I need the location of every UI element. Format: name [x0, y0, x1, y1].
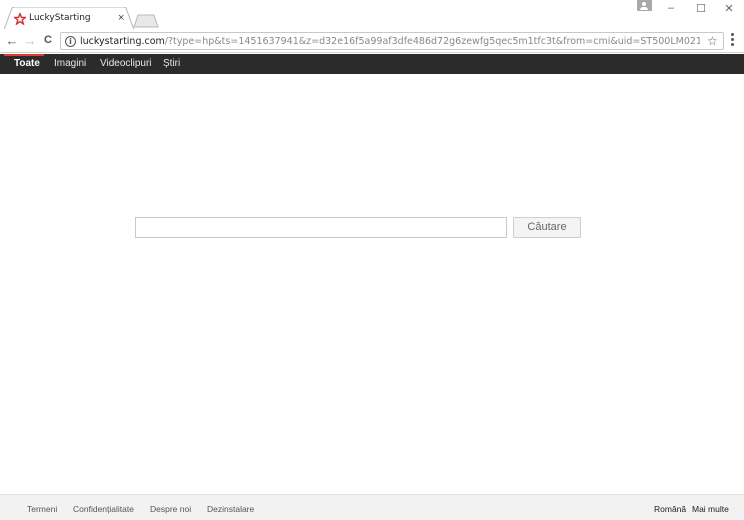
nav-item-videoclipuri[interactable]: Videoclipuri	[100, 58, 152, 70]
nav-item-imagini[interactable]: Imagini	[54, 58, 86, 70]
window-close-icon[interactable]: ✕	[714, 0, 744, 16]
tab-close-icon[interactable]: ×	[118, 11, 124, 25]
nav-item-stiri[interactable]: Știri	[163, 58, 180, 70]
url-path: /?type=hp&ts=1451637941&z=d32e16f5a99af3…	[164, 36, 700, 47]
browser-tab[interactable]: LuckyStarting ×	[4, 7, 135, 30]
lucky-star-favicon-icon	[14, 13, 26, 25]
site-nav-bar: Toate Imagini Videoclipuri Știri	[0, 54, 744, 74]
browser-menu-icon[interactable]	[731, 33, 735, 49]
active-tab-indicator	[4, 54, 44, 56]
footer-link-about[interactable]: Despre noi	[150, 504, 191, 514]
new-tab-button[interactable]	[133, 14, 159, 28]
footer-link-uninstall[interactable]: Dezinstalare	[207, 504, 254, 514]
footer-more-link[interactable]: Mai multe	[692, 504, 729, 514]
browser-toolbar: ← → C i luckystarting.com/?type=hp&ts=14…	[0, 29, 744, 53]
back-arrow-icon[interactable]: ←	[4, 32, 20, 48]
minimize-icon[interactable]: –	[656, 0, 686, 16]
page-footer: Termeni Confidențialitate Despre noi Dez…	[0, 494, 744, 520]
reload-icon[interactable]: C	[40, 32, 56, 48]
maximize-icon[interactable]: ☐	[686, 0, 716, 16]
profile-icon[interactable]	[637, 0, 652, 11]
address-bar[interactable]: i luckystarting.com/?type=hp&ts=14516379…	[60, 32, 724, 50]
footer-language-link[interactable]: Română	[654, 504, 686, 514]
footer-link-terms[interactable]: Termeni	[27, 504, 57, 514]
url-host: luckystarting.com	[80, 36, 165, 47]
url-text[interactable]: luckystarting.com/?type=hp&ts=1451637941…	[80, 35, 700, 48]
tab-title: LuckyStarting	[29, 13, 91, 23]
bookmark-star-icon[interactable]: ☆	[707, 34, 718, 48]
nav-item-toate[interactable]: Toate	[14, 58, 40, 70]
site-info-icon[interactable]: i	[65, 36, 76, 47]
footer-link-privacy[interactable]: Confidențialitate	[73, 504, 134, 514]
forward-arrow-icon[interactable]: →	[22, 32, 38, 48]
search-input[interactable]	[135, 217, 507, 238]
search-button[interactable]: Căutare	[513, 217, 581, 238]
browser-titlebar: LuckyStarting × – ☐ ✕	[0, 0, 744, 30]
